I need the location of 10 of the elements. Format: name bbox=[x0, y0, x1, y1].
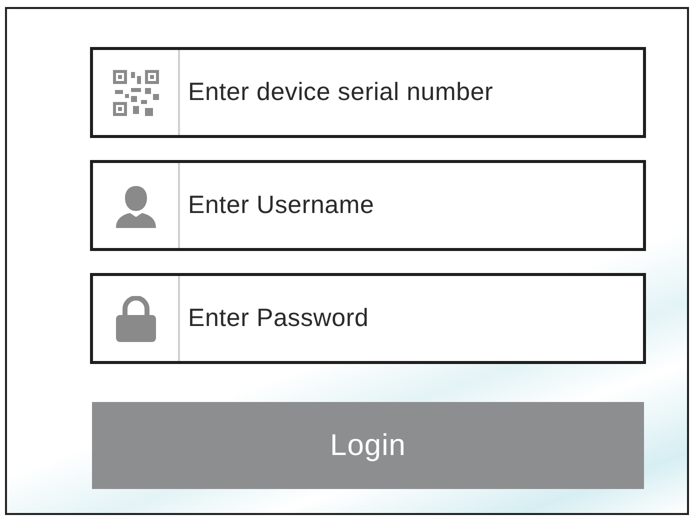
username-field[interactable]: Enter Username bbox=[90, 160, 646, 251]
serial-number-field[interactable]: Enter device serial number bbox=[90, 47, 646, 138]
login-button[interactable]: Login bbox=[92, 402, 644, 489]
lock-icon bbox=[116, 296, 156, 342]
text-input[interactable]: Enter Password bbox=[180, 276, 643, 361]
text-input[interactable]: Enter Username bbox=[180, 163, 643, 248]
password-field[interactable]: Enter Password bbox=[90, 273, 646, 364]
text-input[interactable]: Enter device serial number bbox=[180, 50, 643, 135]
qr-code-icon bbox=[112, 70, 158, 116]
user-icon bbox=[114, 184, 158, 228]
